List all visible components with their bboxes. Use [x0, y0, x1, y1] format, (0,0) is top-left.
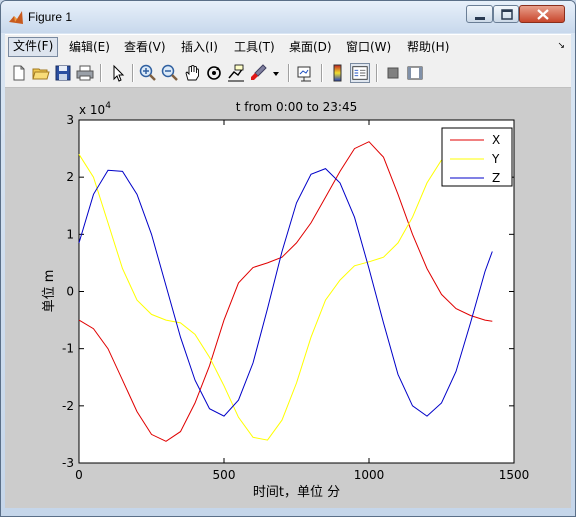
maximize-icon — [501, 9, 513, 20]
menu-bar: 文件(F) 编辑(E) 查看(V) 插入(I) 工具(T) 桌面(D) 窗口(W… — [5, 34, 571, 59]
legend-label-z: Z — [492, 171, 500, 185]
y-tick-label: 0 — [66, 285, 74, 299]
y-tick-label: -2 — [62, 399, 74, 413]
brush-dropdown-icon[interactable] — [271, 63, 281, 83]
line-chart[interactable]: t from 0:00 to 23:45 x 104 3 2 1 0 -1 -2 -3 0 5… — [5, 88, 571, 508]
y-tick-label: -1 — [62, 342, 74, 356]
show-plot-tools-icon[interactable] — [405, 63, 425, 83]
x-tick-label: 500 — [213, 468, 236, 482]
toolbar-separator — [288, 64, 290, 82]
toolbar-separator — [100, 64, 102, 82]
rotate-3d-icon[interactable] — [204, 63, 224, 83]
zoom-in-icon[interactable] — [138, 63, 158, 83]
menu-tools[interactable]: 工具(T) — [230, 38, 279, 56]
y-exponent-label: x 104 — [79, 101, 111, 117]
title-bar[interactable]: Figure 1 — [1, 1, 575, 33]
x-tick-label: 1000 — [354, 468, 385, 482]
minimize-icon — [475, 17, 485, 20]
menu-desktop[interactable]: 桌面(D) — [285, 38, 336, 56]
menu-edit[interactable]: 编辑(E) — [65, 38, 114, 56]
y-tick-label: 2 — [66, 170, 74, 184]
x-tick-label: 1500 — [499, 468, 530, 482]
y-axis-label: 单位 m — [42, 270, 57, 313]
brush-icon[interactable] — [248, 63, 268, 83]
toolbar-separator — [321, 64, 323, 82]
menu-view[interactable]: 查看(V) — [120, 38, 170, 56]
close-icon — [537, 9, 549, 20]
x-tick-label: 0 — [75, 468, 83, 482]
pan-hand-icon[interactable] — [182, 63, 202, 83]
close-button[interactable] — [519, 5, 565, 23]
new-figure-icon[interactable] — [9, 63, 29, 83]
toolbar-separator — [376, 64, 378, 82]
toolbar-separator — [132, 64, 134, 82]
print-icon[interactable] — [75, 63, 95, 83]
menu-overflow-icon[interactable]: ↘ — [557, 41, 565, 51]
y-tick-label: 1 — [66, 227, 74, 241]
legend[interactable]: XYZ — [441, 127, 513, 187]
matlab-logo-icon — [9, 11, 23, 24]
menu-file[interactable]: 文件(F) — [8, 37, 59, 57]
minimize-button[interactable] — [466, 5, 493, 23]
pointer-icon[interactable] — [108, 63, 128, 83]
legend-box[interactable] — [441, 127, 513, 187]
figure-canvas[interactable]: t from 0:00 to 23:45 x 104 3 2 1 0 -1 -2 -3 0 5… — [5, 88, 571, 508]
legend-label-x: X — [492, 133, 500, 147]
legend-icon[interactable] — [350, 63, 370, 83]
figure-toolbar — [5, 59, 571, 88]
maximize-button[interactable] — [493, 5, 519, 23]
open-file-icon[interactable] — [31, 63, 51, 83]
menu-insert[interactable]: 插入(I) — [177, 38, 222, 56]
menu-help[interactable]: 帮助(H) — [403, 38, 453, 56]
colorbar-icon[interactable] — [328, 63, 348, 83]
figure-window: Figure 1 文件(F) 编辑(E) 查看(V) 插入(I) 工具(T) 桌… — [0, 0, 576, 517]
link-plot-icon[interactable] — [295, 63, 315, 83]
legend-label-y: Y — [491, 152, 500, 166]
data-cursor-icon[interactable] — [226, 63, 246, 83]
y-tick-label: -3 — [62, 456, 74, 470]
save-icon[interactable] — [53, 63, 73, 83]
hide-plot-tools-icon[interactable] — [383, 63, 403, 83]
chart-title: t from 0:00 to 23:45 — [236, 100, 357, 114]
window-title: Figure 1 — [28, 10, 73, 24]
menu-window[interactable]: 窗口(W) — [342, 38, 395, 56]
y-tick-label: 3 — [66, 113, 74, 127]
zoom-out-icon[interactable] — [160, 63, 180, 83]
x-axis-label: 时间t，单位 分 — [253, 485, 340, 500]
